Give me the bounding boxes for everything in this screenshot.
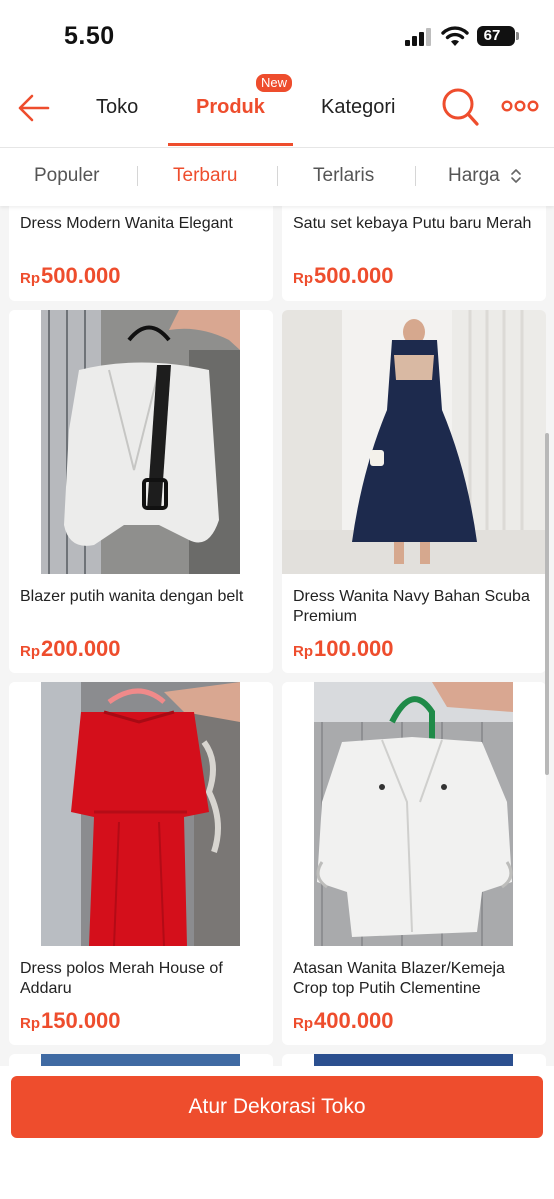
sort-divider xyxy=(415,166,416,186)
product-price: Rp500.000 xyxy=(20,263,121,289)
sort-terlaris[interactable]: Terlaris xyxy=(313,165,374,187)
sort-bar: Populer Terbaru Terlaris Harga xyxy=(0,148,554,206)
sort-populer[interactable]: Populer xyxy=(34,165,100,187)
product-name: Atasan Wanita Blazer/Kemeja Crop top Put… xyxy=(293,960,505,997)
product-card[interactable]: Dress Wanita Navy Bahan Scuba Premium Rp… xyxy=(282,310,546,673)
sort-divider xyxy=(277,166,278,186)
status-bar: 5.50 67 xyxy=(0,0,554,72)
sort-divider xyxy=(137,166,138,186)
search-icon[interactable] xyxy=(440,86,480,128)
product-image xyxy=(282,682,546,946)
price-value: 100.000 xyxy=(314,636,394,661)
product-card[interactable]: Atasan Wanita Blazer/Kemeja Crop top Put… xyxy=(282,682,546,1045)
active-tab-indicator xyxy=(168,143,293,146)
product-image xyxy=(9,310,273,574)
atur-dekorasi-toko-button[interactable]: Atur Dekorasi Toko xyxy=(11,1076,543,1138)
currency-label: Rp xyxy=(20,643,40,660)
product-card[interactable]: Dress polos Merah House of Addaru Rp150.… xyxy=(9,682,273,1045)
product-name: Satu set kebaya Putu baru Merah xyxy=(293,215,532,232)
wifi-icon xyxy=(441,26,469,46)
sort-up-down-icon xyxy=(511,169,521,183)
currency-label: Rp xyxy=(293,270,313,287)
product-image xyxy=(282,310,546,574)
product-price: Rp200.000 xyxy=(20,636,121,662)
product-name: Dress Modern Wanita Elegant xyxy=(20,215,233,232)
product-image xyxy=(9,682,273,946)
price-value: 150.000 xyxy=(41,1008,121,1033)
product-price: Rp150.000 xyxy=(20,1008,121,1034)
price-value: 400.000 xyxy=(314,1008,394,1033)
product-price: Rp100.000 xyxy=(293,636,394,662)
product-name: Blazer putih wanita dengan belt xyxy=(20,588,244,605)
status-time: 5.50 xyxy=(64,22,115,50)
scrollbar[interactable] xyxy=(545,433,549,775)
tab-toko[interactable]: Toko xyxy=(96,96,138,119)
product-name: Dress Wanita Navy Bahan Scuba Premium xyxy=(293,588,530,625)
price-value: 200.000 xyxy=(41,636,121,661)
more-options-icon[interactable] xyxy=(500,94,540,118)
product-name: Dress polos Merah House of Addaru xyxy=(20,960,223,997)
product-card[interactable]: Dress Modern Wanita Elegant Rp500.000 xyxy=(9,196,273,301)
back-arrow-icon[interactable] xyxy=(14,88,54,128)
new-badge: New xyxy=(256,74,293,92)
price-value: 500.000 xyxy=(41,263,121,288)
shop-header: Toko Produk New Kategori xyxy=(0,72,554,148)
product-price: Rp400.000 xyxy=(293,1008,394,1034)
sort-harga[interactable]: Harga xyxy=(448,165,500,187)
currency-label: Rp xyxy=(293,1015,313,1032)
tab-kategori[interactable]: Kategori xyxy=(321,96,396,119)
currency-label: Rp xyxy=(20,270,40,287)
price-value: 500.000 xyxy=(314,263,394,288)
product-card[interactable]: Satu set kebaya Putu baru Merah Rp500.00… xyxy=(282,196,546,301)
battery-icon: 67 xyxy=(477,26,519,46)
battery-level: 67 xyxy=(483,27,501,44)
product-price: Rp500.000 xyxy=(293,263,394,289)
bottom-action-bar: Atur Dekorasi Toko xyxy=(0,1066,554,1199)
currency-label: Rp xyxy=(20,1015,40,1032)
sort-terbaru[interactable]: Terbaru xyxy=(173,165,237,187)
product-card[interactable]: Blazer putih wanita dengan belt Rp200.00… xyxy=(9,310,273,673)
tab-produk[interactable]: Produk xyxy=(196,96,265,119)
currency-label: Rp xyxy=(293,643,313,660)
cellular-signal-icon xyxy=(405,28,435,46)
